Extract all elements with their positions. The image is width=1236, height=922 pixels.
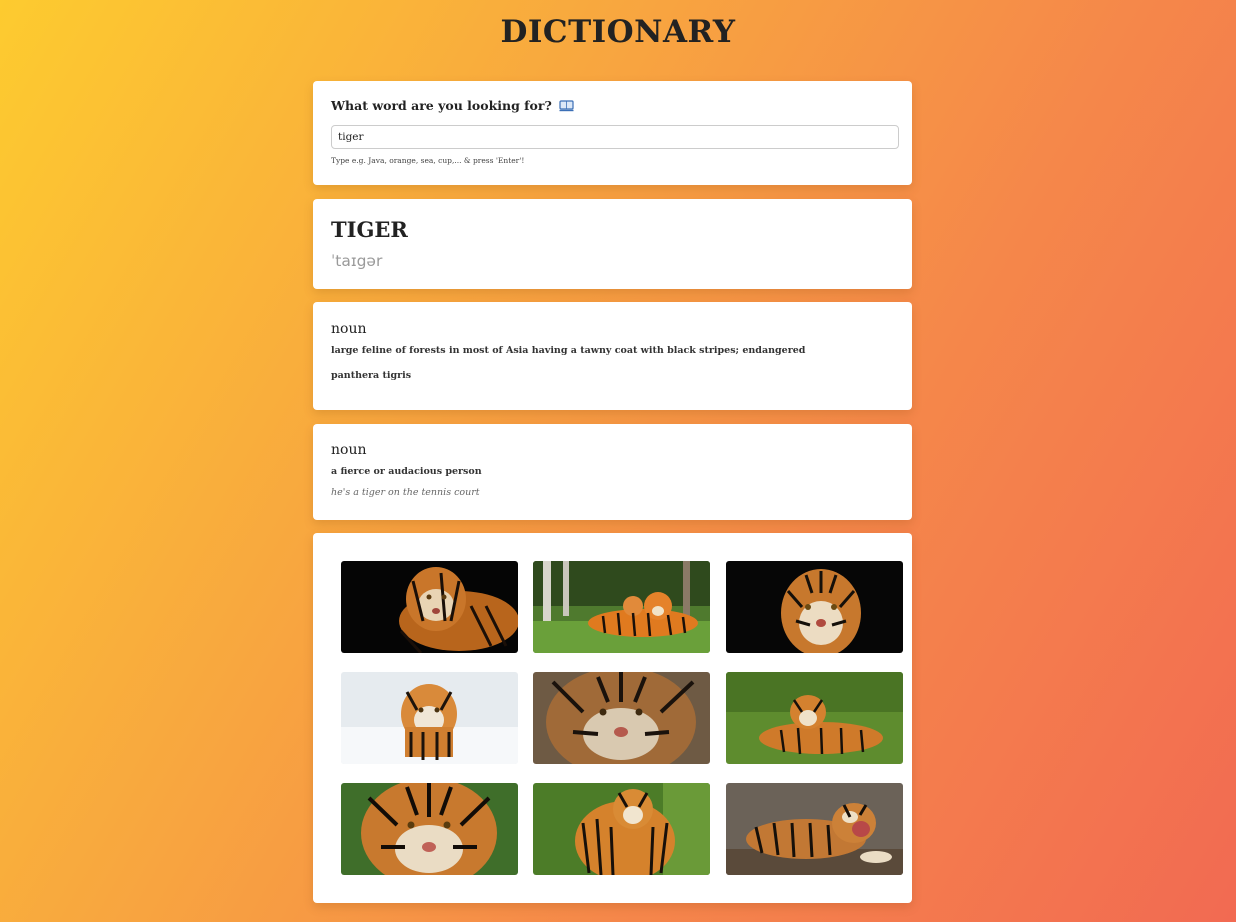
definition: large feline of forests in most of Asia … (331, 345, 806, 356)
tiger-photo-face-dark-background-icon (726, 561, 903, 653)
tiger-photo-2[interactable] (533, 561, 710, 653)
meaning-card: noun a fierce or audacious person he's a… (313, 424, 912, 520)
tiger-photo-roaring-on-log-icon (726, 783, 903, 875)
search-label: What word are you looking for? (331, 98, 574, 113)
photos-card (313, 533, 912, 903)
tiger-photo-9[interactable] (726, 783, 903, 875)
example: he's a tiger on the tennis court (331, 487, 480, 498)
search-input[interactable] (331, 125, 899, 149)
definition: a fierce or audacious person (331, 466, 482, 477)
app-title: DICTIONARY (500, 14, 736, 50)
tiger-photo-closeup-face-icon (533, 672, 710, 764)
search-hint: Type e.g. Java, orange, sea, cup,... & p… (331, 156, 525, 165)
tiger-photo-6[interactable] (726, 672, 903, 764)
meaning-card: noun large feline of forests in most of … (313, 302, 912, 410)
synonym: panthera tigris (331, 370, 412, 381)
part-of-speech: noun (331, 321, 367, 337)
word-card: TIGER ˈtaɪgər (313, 199, 912, 289)
tiger-photo-dark-background-icon (341, 561, 518, 653)
result-word: TIGER (331, 217, 408, 242)
tiger-photo-5[interactable] (533, 672, 710, 764)
search-label-text: What word are you looking for? (331, 98, 552, 113)
tiger-photo-lying-on-grass-icon (726, 672, 903, 764)
tiger-photo-8[interactable] (533, 783, 710, 875)
tiger-photo-1[interactable] (341, 561, 518, 653)
tiger-photo-4[interactable] (341, 672, 518, 764)
tiger-photo-standing-on-grass-icon (533, 783, 710, 875)
tiger-photo-7[interactable] (341, 783, 518, 875)
phonetic: ˈtaɪgər (331, 252, 383, 270)
part-of-speech: noun (331, 442, 367, 458)
tiger-photo-face-on-grass-icon (341, 783, 518, 875)
tiger-photo-3[interactable] (726, 561, 903, 653)
book-icon (559, 99, 574, 112)
tiger-photo-in-snow-icon (341, 672, 518, 764)
search-card: What word are you looking for? Type e.g.… (313, 81, 912, 185)
tiger-photo-with-cubs-in-forest-icon (533, 561, 710, 653)
